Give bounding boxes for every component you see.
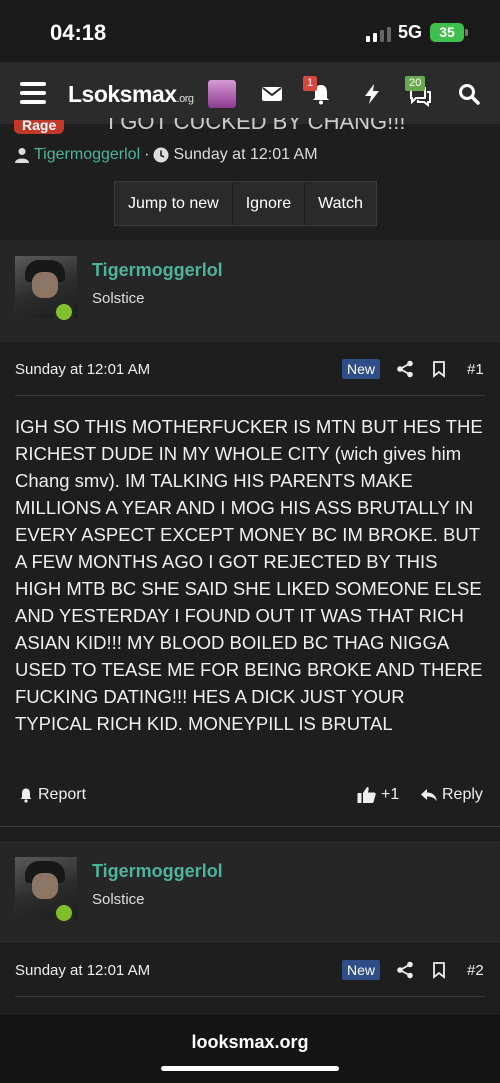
url-text[interactable]: looksmax.org [0,1032,500,1053]
thread-title: I GOT CUCKED BY CHANG!!! [108,118,406,134]
post-user-header: Tigermoggerlol Solstice [0,841,500,943]
thread-date[interactable]: Sunday at 12:01 AM [173,146,317,164]
bookmark-icon[interactable] [430,961,448,979]
post-divider [15,996,485,997]
new-badge: New [342,359,381,379]
reply-arrow-icon [421,789,437,801]
thumbs-up-icon [357,787,376,803]
bell-icon [20,788,32,803]
user-avatar[interactable] [208,80,236,108]
poster-username[interactable]: Tigermoggerlol [92,260,223,281]
logo-text: Lsoksmax [68,81,177,107]
thread-meta: Tigermoggerlol · Sunday at 12:01 AM [14,146,318,164]
new-badge: New [342,960,381,980]
status-bar: 04:18 5G 35 [0,0,500,62]
online-indicator [53,902,75,924]
post-number[interactable]: #2 [467,962,484,979]
lightning-icon[interactable] [360,82,384,106]
home-indicator[interactable] [161,1066,339,1071]
bookmark-icon[interactable] [430,360,448,378]
post-separator [0,826,500,827]
ignore-button[interactable]: Ignore [233,182,306,225]
watch-button[interactable]: Watch [305,182,376,225]
alerts-badge: 1 [303,76,318,91]
post-user-header: Tigermoggerlol Solstice [0,240,500,342]
site-logo[interactable]: Lsoksmax.org [68,81,194,108]
jump-to-new-button[interactable]: Jump to new [115,182,233,225]
network-type: 5G [398,22,423,42]
clock-icon [153,147,169,163]
post-date[interactable]: Sunday at 12:01 AM [15,962,150,979]
report-button[interactable]: Report [18,786,86,804]
browser-url-bar[interactable]: looksmax.org [0,1015,500,1083]
thread-author[interactable]: Tigermoggerlol [34,146,140,164]
poster-user-title: Solstice [92,891,145,908]
battery-tip [465,29,468,36]
envelope-icon[interactable] [260,82,284,106]
status-time: 04:18 [50,20,107,45]
share-icon[interactable] [396,360,414,378]
reply-button[interactable]: Reply [420,786,483,804]
thread-prefix-tag[interactable]: Rage [14,120,65,134]
menu-icon[interactable] [20,82,46,104]
like-button[interactable]: +1 [357,786,399,804]
post-date[interactable]: Sunday at 12:01 AM [15,361,150,378]
reply-label: Reply [442,786,483,803]
report-label: Report [38,786,87,803]
share-icon[interactable] [396,961,414,979]
search-icon[interactable] [457,82,481,106]
user-icon [15,148,29,163]
post-number[interactable]: #1 [467,361,484,378]
meta-separator: · [144,146,150,163]
logo-suffix: .org [176,93,194,105]
online-indicator [53,301,75,323]
cellular-signal-icon [366,26,392,42]
conversations-badge: 20 [405,76,426,91]
poster-username[interactable]: Tigermoggerlol [92,861,223,882]
poster-user-title: Solstice [92,290,145,307]
post-divider [15,395,485,396]
site-navbar: Lsoksmax.org 1 20 [0,62,500,124]
battery-icon: 35 [430,23,464,42]
post-body: IGH SO THIS MOTHERFUCKER IS MTN BUT HES … [15,416,483,734]
thread-actions: Jump to new Ignore Watch [114,181,377,226]
like-count: +1 [381,786,400,803]
